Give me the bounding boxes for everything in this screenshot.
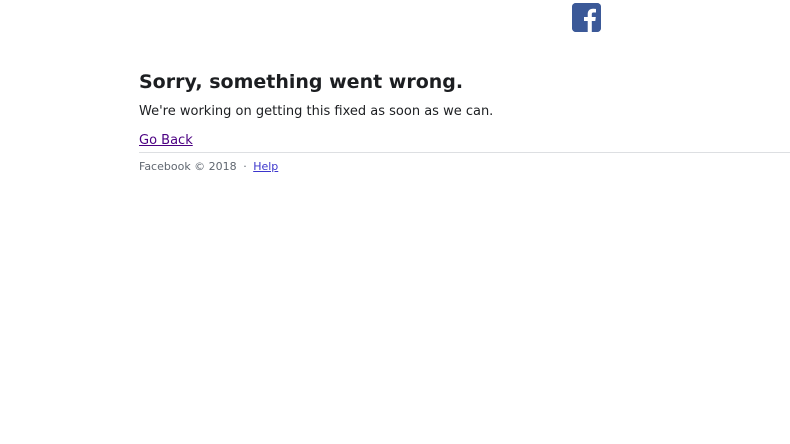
error-page: Sorry, something went wrong. We're worki… — [0, 0, 790, 444]
help-link[interactable]: Help — [253, 160, 278, 173]
footer-separator: · — [243, 160, 247, 173]
error-title: Sorry, something went wrong. — [139, 71, 464, 93]
error-content: Sorry, something went wrong. We're worki… — [139, 70, 790, 174]
error-message: We're working on getting this fixed as s… — [139, 104, 494, 119]
facebook-logo-icon[interactable] — [572, 3, 601, 32]
footer: Facebook © 2018 · Help — [139, 159, 790, 174]
go-back-link[interactable]: Go Back — [139, 132, 193, 150]
copyright-text: Facebook © 2018 — [139, 160, 237, 173]
footer-divider — [139, 152, 790, 153]
